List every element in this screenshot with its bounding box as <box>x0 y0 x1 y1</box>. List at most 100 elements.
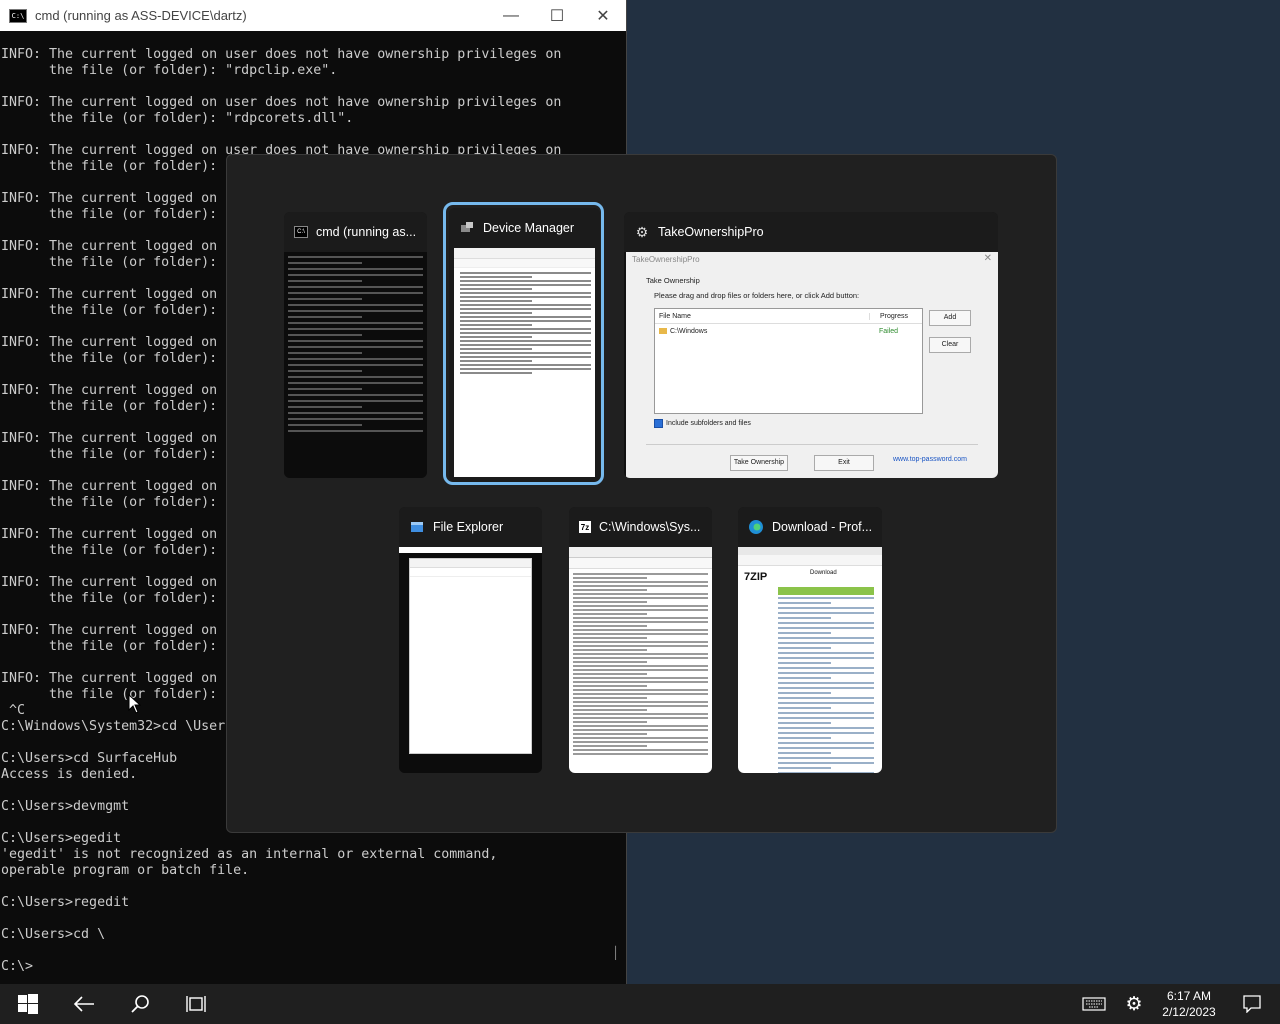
preview-line <box>288 352 363 354</box>
cmd-line: operable program or batch file. <box>1 863 250 878</box>
preview-line <box>573 685 648 687</box>
thumb-label: Download - Prof... <box>772 520 873 534</box>
settings-button[interactable]: ⚙ <box>1114 984 1154 1024</box>
preview-line <box>778 647 831 649</box>
thumb-preview <box>399 547 542 773</box>
file-path: C:\Windows <box>670 327 708 335</box>
maximize-button[interactable]: ☐ <box>534 6 580 26</box>
column-file-name: File Name <box>655 312 870 320</box>
preview-line <box>573 729 708 731</box>
preview-line <box>778 697 874 699</box>
preview-line <box>573 581 708 583</box>
thumb-preview: TakeOwnershipPro ✕ Take Ownership Please… <box>624 252 998 478</box>
cmd-line <box>1 79 623 95</box>
switcher-item-browser[interactable]: Download - Prof... 7ZIP Download <box>738 507 882 773</box>
thumb-label: File Explorer <box>433 520 504 534</box>
touch-keyboard-button[interactable] <box>1074 984 1114 1024</box>
mouse-cursor-icon <box>128 694 142 714</box>
preview-line <box>573 621 708 623</box>
preview-line <box>778 752 831 754</box>
action-center-button[interactable] <box>1224 984 1280 1024</box>
selection-highlight <box>443 202 604 485</box>
preview-line <box>778 637 874 639</box>
minimize-button[interactable]: — <box>488 7 534 25</box>
preview-line <box>288 262 363 264</box>
cmd-line: the file (or folder): "rdpcorets.dll". <box>1 111 354 126</box>
preview-line <box>288 364 423 366</box>
gear-icon: ⚙ <box>1125 993 1143 1015</box>
task-switcher: C:\ cmd (running as... Device Manager ⚙ … <box>226 154 1057 833</box>
divider <box>646 444 978 445</box>
close-button[interactable]: ✕ <box>580 6 626 26</box>
preview-line <box>288 304 423 306</box>
cmd-titlebar[interactable]: C:\ cmd (running as ASS-DEVICE\dartz) — … <box>0 0 626 31</box>
file-list: File Name Progress C:\Windows Failed <box>654 308 923 414</box>
preview-line <box>573 693 708 695</box>
preview-line <box>288 430 423 432</box>
preview-line <box>573 637 648 639</box>
switcher-item-takeownershippro[interactable]: ⚙ TakeOwnershipPro TakeOwnershipPro ✕ Ta… <box>624 212 998 478</box>
preview-line <box>778 677 831 679</box>
preview-line <box>573 745 648 747</box>
preview-line <box>573 609 708 611</box>
column-progress: Progress <box>880 312 909 320</box>
preview-line <box>778 727 874 729</box>
thumb-header: File Explorer <box>399 507 542 547</box>
keyboard-icon <box>1082 997 1106 1011</box>
cmd-line: C:\Users>egedit <box>1 831 122 846</box>
file-list-header: File Name Progress <box>655 309 922 324</box>
preview-line <box>573 749 708 751</box>
thumb-header: C:\ cmd (running as... <box>284 212 427 252</box>
preview-line <box>573 617 708 619</box>
preview-line <box>778 737 831 739</box>
preview-line <box>573 653 708 655</box>
preview-line <box>288 412 423 414</box>
search-button[interactable] <box>112 984 168 1024</box>
thumb-preview <box>569 547 712 773</box>
preview-line <box>288 334 363 336</box>
clock[interactable]: 6:17 AM 2/12/2023 <box>1154 988 1224 1020</box>
switcher-item-syswow[interactable]: 7z C:\Windows\Sys... <box>569 507 712 773</box>
preview-line <box>288 394 423 396</box>
preview-line <box>288 346 423 348</box>
preview-line <box>288 376 423 378</box>
preview-line <box>778 652 874 654</box>
folder-icon <box>659 328 667 334</box>
preview-line <box>778 642 874 644</box>
include-subfolders-checkbox: Include subfolders and files <box>654 419 751 428</box>
cmd-line <box>1 943 623 959</box>
preview-line <box>573 733 648 735</box>
preview-line <box>573 701 708 703</box>
preview-line <box>573 697 648 699</box>
preview-line <box>778 707 831 709</box>
switcher-item-cmd[interactable]: C:\ cmd (running as... <box>284 212 427 478</box>
preview-line <box>778 607 874 609</box>
preview-line <box>573 737 708 739</box>
preview-line <box>778 702 874 704</box>
preview-line <box>778 617 831 619</box>
back-arrow-icon <box>73 996 94 1012</box>
7zip-icon: 7z <box>579 521 591 533</box>
cmd-icon: C:\ <box>294 226 308 238</box>
start-button[interactable] <box>0 984 56 1024</box>
preview-line <box>288 358 423 360</box>
preview-line <box>778 732 874 734</box>
thumb-preview: 7ZIP Download <box>738 547 882 773</box>
preview-line <box>573 673 648 675</box>
preview-line <box>778 597 874 599</box>
cmd-line: C:\> <box>1 959 34 974</box>
cmd-scrollbar[interactable]: │ <box>612 946 622 968</box>
switcher-item-file-explorer[interactable]: File Explorer <box>399 507 542 773</box>
preview-line <box>778 602 831 604</box>
preview-line <box>288 382 423 384</box>
back-button[interactable] <box>56 984 112 1024</box>
takeownership-titlebar: TakeOwnershipPro ✕ <box>632 253 992 264</box>
preview-line <box>288 424 363 426</box>
preview-line <box>573 705 708 707</box>
preview-line <box>288 268 423 270</box>
top-password-link: www.top-password.com <box>893 456 967 463</box>
takeownership-window: TakeOwnershipPro ✕ Take Ownership Please… <box>626 252 998 478</box>
task-view-button[interactable] <box>168 984 224 1024</box>
preview-line <box>778 692 831 694</box>
preview-line <box>573 625 648 627</box>
